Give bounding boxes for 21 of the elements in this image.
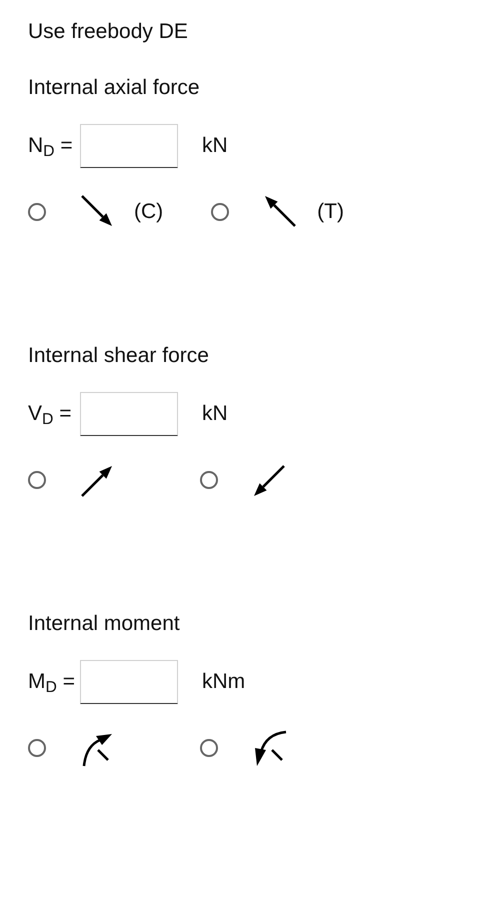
radio-button[interactable] <box>200 739 218 757</box>
answer-field[interactable] <box>80 392 178 436</box>
answer-field[interactable] <box>80 124 178 168</box>
unit-label: kN <box>202 401 228 428</box>
radio-button[interactable] <box>28 471 46 489</box>
field-label: N$_{D}$ = <box>28 133 74 162</box>
page-title: Use freebody DE <box>28 19 189 45</box>
option-label: (T) <box>317 199 344 226</box>
answer-field[interactable] <box>80 660 178 704</box>
section-heading: Internal axial force <box>28 75 201 101</box>
section-heading: Internal moment <box>28 611 181 637</box>
unit-label: kNm <box>202 669 246 696</box>
radio-button[interactable] <box>28 739 46 757</box>
field-label: M$_{D}$ = <box>28 669 76 698</box>
field-label: V$_{D}$ = <box>28 401 72 430</box>
radio-button[interactable] <box>211 203 230 221</box>
section-heading: Internal shear force <box>28 343 210 369</box>
option-label: (C) <box>134 199 164 226</box>
radio-button[interactable] <box>28 203 46 221</box>
radio-button[interactable] <box>200 471 218 489</box>
unit-label: kN <box>202 133 228 160</box>
